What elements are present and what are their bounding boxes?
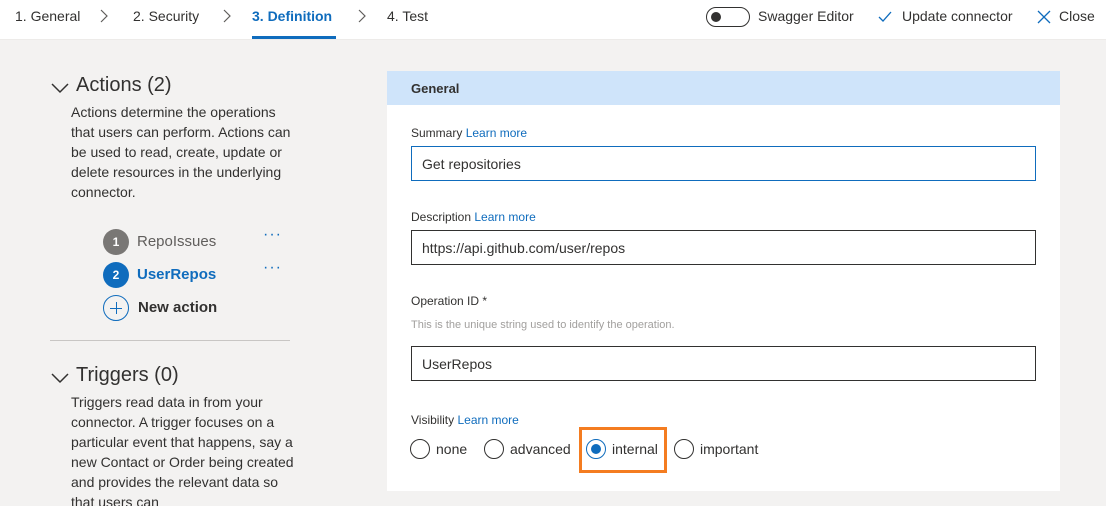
radio-circle: [674, 439, 694, 459]
new-action-button[interactable]: New action: [103, 295, 293, 321]
action-item-repoissues[interactable]: 1 RepoIssues ···: [103, 226, 293, 255]
close-icon[interactable]: [1036, 9, 1052, 25]
radio-circle: [484, 439, 504, 459]
tab-test[interactable]: 4. Test: [387, 8, 428, 24]
summary-label: Summary Learn more: [411, 126, 527, 140]
tab-definition[interactable]: 3. Definition: [252, 8, 332, 24]
visibility-label: Visibility Learn more: [411, 413, 519, 427]
radio-label: important: [700, 441, 759, 457]
general-form-card: General Summary Learn more Description L…: [387, 71, 1060, 491]
swagger-editor-toggle[interactable]: [706, 7, 750, 27]
actions-title: Actions (2): [76, 74, 172, 96]
radio-circle: [410, 439, 430, 459]
radio-label: advanced: [510, 441, 571, 457]
swagger-editor-label[interactable]: Swagger Editor: [758, 8, 854, 24]
summary-field[interactable]: [411, 146, 1036, 181]
tab-general[interactable]: 1. General: [15, 8, 80, 24]
add-circle-icon: [103, 295, 129, 321]
chevron-right-icon: [98, 9, 110, 23]
action-label: RepoIssues: [137, 233, 217, 250]
visibility-label-text: Visibility: [411, 413, 455, 427]
action-number-badge: 2: [103, 262, 129, 288]
radio-label: none: [436, 441, 468, 457]
checkmark-icon[interactable]: [877, 9, 893, 25]
description-field[interactable]: [411, 230, 1036, 265]
close-button[interactable]: Close: [1059, 8, 1095, 24]
visibility-learn-more-link[interactable]: Learn more: [457, 413, 518, 427]
tab-security[interactable]: 2. Security: [133, 8, 199, 24]
description-input[interactable]: [412, 231, 1035, 264]
toggle-knob: [711, 12, 721, 22]
card-header-title: General: [411, 81, 460, 96]
operation-id-hint: This is the unique string used to identi…: [411, 319, 675, 331]
operation-id-input[interactable]: [412, 347, 1035, 380]
triggers-description: Triggers read data in from your connecto…: [71, 394, 294, 506]
action-item-userrepos[interactable]: 2 UserRepos ···: [103, 259, 293, 288]
action-number-badge: 1: [103, 229, 129, 255]
update-connector-button[interactable]: Update connector: [902, 8, 1013, 24]
summary-learn-more-link[interactable]: Learn more: [466, 126, 527, 140]
summary-label-text: Summary: [411, 126, 463, 140]
action-label: UserRepos: [137, 266, 217, 283]
description-label: Description Learn more: [411, 210, 536, 224]
operation-id-label: Operation ID *: [411, 294, 488, 308]
card-header: General: [387, 71, 1060, 105]
active-tab-indicator: [252, 36, 336, 39]
more-options-icon[interactable]: ···: [263, 226, 282, 244]
wizard-header: 1. General 2. Security 3. Definition 4. …: [0, 0, 1106, 40]
summary-input[interactable]: [412, 147, 1035, 180]
description-label-text: Description: [411, 210, 472, 224]
description-learn-more-link[interactable]: Learn more: [474, 210, 535, 224]
highlight-annotation: [579, 427, 667, 473]
chevron-down-icon: [50, 78, 70, 94]
sidebar-divider: [50, 340, 290, 341]
chevron-down-icon: [50, 368, 70, 384]
more-options-icon[interactable]: ···: [263, 259, 282, 277]
operation-id-field[interactable]: [411, 346, 1036, 381]
actions-description: Actions determine the operations that us…: [71, 104, 291, 200]
chevron-right-icon: [221, 9, 233, 23]
chevron-right-icon: [356, 9, 368, 23]
triggers-title: Triggers (0): [76, 364, 179, 386]
new-action-label: New action: [138, 299, 218, 316]
